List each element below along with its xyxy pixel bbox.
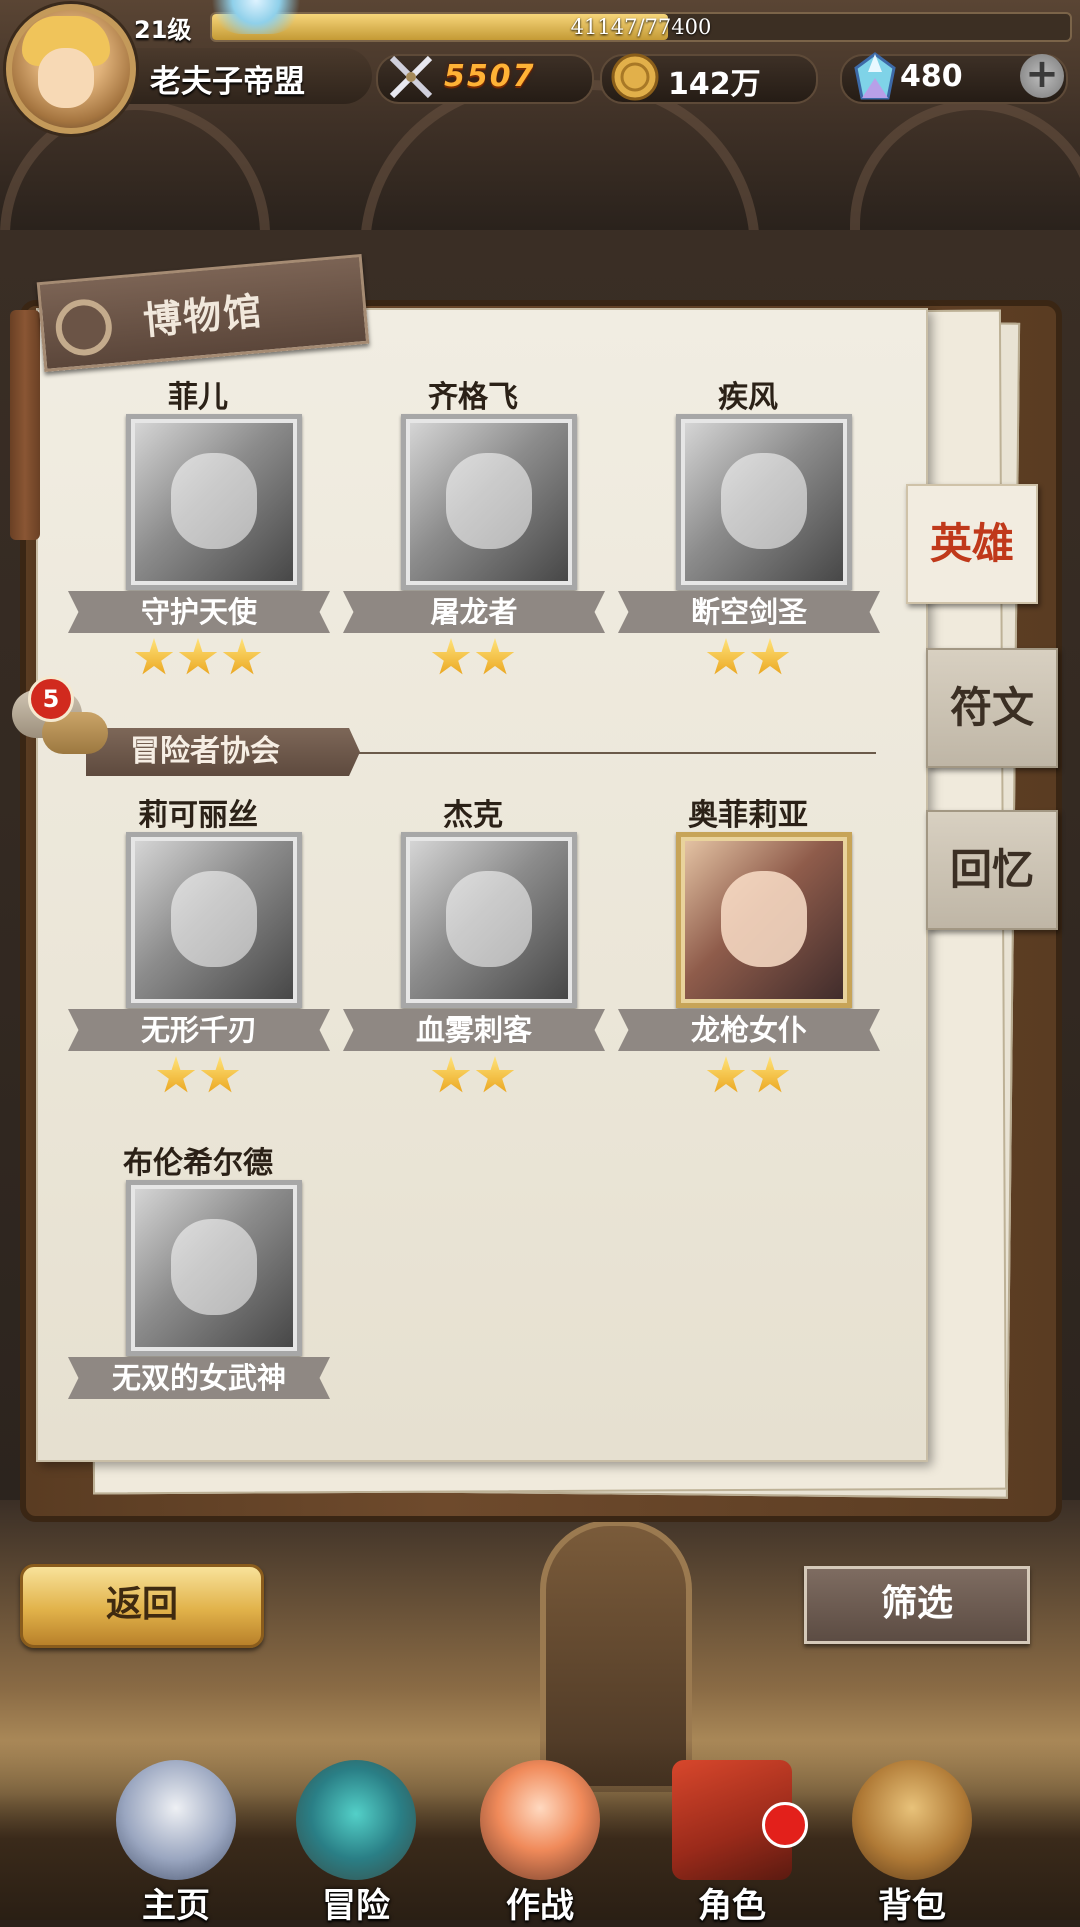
hero-title-banner: 守护天使	[68, 591, 330, 633]
player-name: 老夫子帝盟	[150, 64, 305, 100]
power-value: 5507	[444, 59, 536, 94]
hero-title-banner: 无双的女武神	[68, 1357, 330, 1399]
hero-portrait	[401, 414, 577, 590]
star-icon	[706, 638, 746, 675]
hero-portrait	[676, 832, 852, 1008]
star-icon	[431, 1056, 471, 1093]
hero-portrait	[126, 414, 302, 590]
portrait-face	[446, 871, 532, 967]
filter-button[interactable]: 筛选	[804, 1566, 1030, 1644]
home-castle-icon	[116, 1760, 236, 1880]
background-arch	[850, 100, 1080, 250]
hero-stars	[618, 638, 878, 678]
portrait-face	[721, 871, 807, 967]
hero-portrait	[676, 414, 852, 590]
hero-portrait	[126, 1180, 302, 1356]
player-level: 21级	[134, 16, 192, 44]
star-icon	[178, 638, 218, 675]
player-avatar[interactable]	[6, 4, 136, 134]
hero-stars	[68, 638, 328, 678]
hero-portrait	[401, 832, 577, 1008]
crystal-gem-icon	[854, 52, 896, 100]
hero-name: 菲儿	[168, 380, 228, 415]
player-name-plate[interactable]: 老夫子帝盟	[126, 48, 372, 104]
backpack-icon	[852, 1760, 972, 1880]
star-icon	[706, 1056, 746, 1093]
hero-name: 齐格飞	[428, 380, 518, 415]
hero-title-banner: 血雾刺客	[343, 1009, 605, 1051]
hero-title-banner: 无形千刃	[68, 1009, 330, 1051]
star-icon	[475, 1056, 515, 1093]
hero-title-banner: 龙枪女仆	[618, 1009, 880, 1051]
gold-value: 142万	[668, 67, 761, 102]
star-icon	[750, 1056, 790, 1093]
hero-stars	[68, 1056, 328, 1096]
character-notification-dot	[762, 1802, 808, 1848]
hero-stars	[343, 1056, 603, 1096]
star-icon	[134, 638, 174, 675]
hero-title-banner: 屠龙者	[343, 591, 605, 633]
hero-name: 莉可丽丝	[138, 798, 258, 833]
gem-value: 480	[900, 59, 963, 94]
portrait-face	[171, 871, 257, 967]
hero-name: 疾风	[718, 380, 778, 415]
battle-character-icon	[480, 1760, 600, 1880]
portrait-face	[171, 453, 257, 549]
power-display: 5507	[376, 54, 594, 104]
nav-adventure[interactable]: 冒险	[276, 1760, 436, 1926]
star-icon	[431, 638, 471, 675]
hero-title-banner: 断空剑圣	[618, 591, 880, 633]
back-button[interactable]: 返回	[20, 1564, 264, 1648]
hero-card[interactable]: 齐格飞 屠龙者	[343, 372, 605, 675]
hero-card[interactable]: 疾风 断空剑圣	[618, 372, 880, 675]
star-icon	[156, 1056, 196, 1093]
hero-portrait	[126, 832, 302, 1008]
portrait-face	[721, 453, 807, 549]
hero-stars	[343, 638, 603, 678]
section-title: 冒险者协会	[86, 728, 360, 776]
book-strap	[10, 310, 40, 540]
hero-card[interactable]: 莉可丽丝 无形千刃	[68, 790, 330, 1093]
hero-stars	[618, 1056, 878, 1096]
hero-card[interactable]: 菲儿 守护天使	[68, 372, 330, 675]
hero-name: 布伦希尔德	[123, 1146, 273, 1181]
nav-backpack[interactable]: 背包	[832, 1760, 992, 1926]
hero-card[interactable]: 奥菲莉亚 龙枪女仆	[618, 790, 880, 1093]
crossed-swords-icon	[389, 55, 433, 99]
avatar-face	[38, 48, 94, 108]
star-icon	[222, 638, 262, 675]
xp-text: 41147/77400	[570, 15, 712, 39]
portrait-face	[171, 1219, 257, 1315]
nav-battle[interactable]: 作战	[460, 1760, 620, 1926]
hero-name: 奥菲莉亚	[688, 798, 808, 833]
tab-runes[interactable]: 符文	[926, 648, 1058, 768]
xp-bar: 41147/77400	[210, 12, 1072, 42]
top-hud: 41147/77400 21级 老夫子帝盟 5507 142万 480 +	[0, 0, 1080, 134]
nav-home[interactable]: 主页	[96, 1760, 256, 1926]
gold-coin-icon	[611, 53, 659, 101]
gold-display: 142万	[600, 53, 818, 104]
star-icon	[200, 1056, 240, 1093]
ribbon-ring	[53, 297, 115, 358]
star-icon	[750, 638, 790, 675]
adventure-portal-icon	[296, 1760, 416, 1880]
tab-memories[interactable]: 回忆	[926, 810, 1058, 930]
hero-name: 杰克	[443, 798, 503, 833]
hero-card[interactable]: 布伦希尔德 无双的女武神	[68, 1138, 330, 1438]
add-gems-button[interactable]: +	[1020, 54, 1064, 98]
tab-heroes[interactable]: 英雄	[906, 484, 1038, 604]
hero-card[interactable]: 杰克 血雾刺客	[343, 790, 605, 1093]
portrait-face	[446, 453, 532, 549]
notification-badge: 5	[28, 676, 74, 722]
museum-title: 博物馆	[141, 288, 265, 344]
star-icon	[475, 638, 515, 675]
